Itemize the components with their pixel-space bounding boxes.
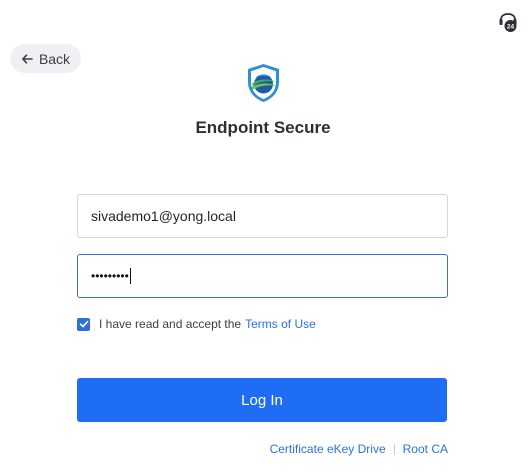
footer-links: Certificate eKey Drive Root CA [270, 442, 448, 456]
root-ca-link[interactable]: Root CA [403, 442, 448, 456]
terms-of-use-link[interactable]: Terms of Use [245, 317, 316, 331]
certificate-ekey-drive-link[interactable]: Certificate eKey Drive [270, 442, 386, 456]
login-button[interactable]: Log In [77, 378, 447, 422]
checkmark-icon [79, 320, 88, 328]
text-caret [129, 268, 131, 284]
support-24-icon[interactable]: 24 [497, 12, 519, 34]
terms-text: I have read and accept the [99, 317, 242, 331]
app-title: Endpoint Secure [195, 118, 331, 137]
terms-checkbox[interactable] [77, 317, 90, 331]
divider [393, 443, 395, 455]
password-value: ••••••••• [91, 269, 129, 283]
arrow-left-icon [21, 53, 33, 64]
password-field[interactable]: ••••••••• [77, 254, 448, 298]
back-button[interactable]: Back [10, 44, 81, 73]
terms-row: I have read and accept the Terms of Use [77, 317, 316, 331]
email-field[interactable] [77, 194, 448, 238]
back-label: Back [38, 50, 71, 67]
svg-text:24: 24 [507, 23, 515, 30]
endpoint-secure-shield-logo [246, 63, 281, 103]
